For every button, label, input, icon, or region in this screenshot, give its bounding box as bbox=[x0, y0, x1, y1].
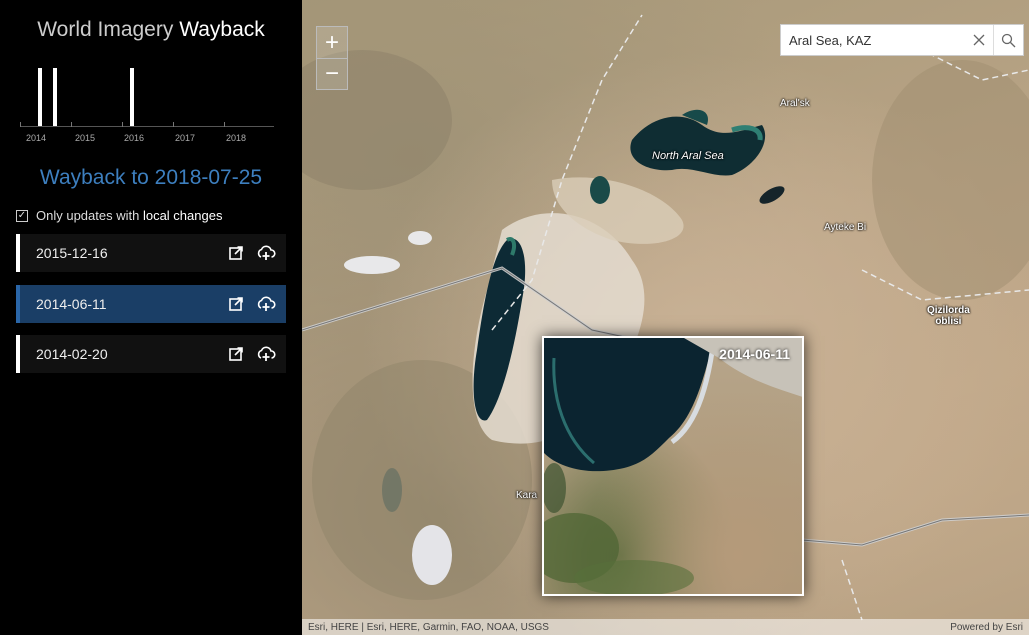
timeline-bar-2014-02-20[interactable] bbox=[38, 68, 42, 126]
map-attribution: Esri, HERE | Esri, HERE, Garmin, FAO, NO… bbox=[302, 619, 1029, 635]
timeline-tick bbox=[20, 122, 21, 127]
timeline-year-label: 2017 bbox=[174, 133, 196, 143]
map-view[interactable]: + − Aral'sk North Aral Sea Ayteke Bi Qiz… bbox=[302, 0, 1029, 635]
timeline-tick bbox=[224, 122, 225, 127]
clear-search-button[interactable] bbox=[965, 25, 995, 55]
release-timeline[interactable]: 2014 2015 2016 2017 2018 bbox=[20, 60, 278, 152]
wayback-heading: Wayback to 2018-07-25 bbox=[39, 166, 263, 189]
timeline-year-label: 2015 bbox=[74, 133, 96, 143]
place-label-aralsk: Aral'sk bbox=[780, 98, 810, 109]
cloud-add-icon[interactable] bbox=[256, 344, 276, 364]
timeline-bar-2015-12-16[interactable] bbox=[130, 68, 134, 126]
timeline-year-label: 2014 bbox=[25, 133, 47, 143]
release-item[interactable]: 2014-02-20 bbox=[16, 335, 286, 373]
filter-label: Only updates with bbox=[36, 208, 143, 223]
place-label-kara: Kara bbox=[516, 490, 538, 501]
release-date: 2014-02-20 bbox=[36, 346, 108, 362]
search-box bbox=[780, 24, 1024, 56]
imagery-swipe-preview[interactable]: 2014-06-11 bbox=[542, 336, 804, 596]
filter-label-bold: local changes bbox=[142, 208, 223, 223]
open-in-new-icon[interactable] bbox=[226, 294, 246, 314]
app-title: World Imagery Wayback bbox=[0, 18, 302, 42]
timeline-bar-2014-06-11[interactable] bbox=[53, 68, 57, 126]
release-item[interactable]: 2015-12-16 bbox=[16, 234, 286, 272]
app-title-bold: Wayback bbox=[179, 18, 265, 41]
local-changes-filter[interactable]: ✓ Only updates with local changes bbox=[16, 208, 222, 223]
search-icon bbox=[1001, 33, 1016, 47]
timeline-tick bbox=[173, 122, 174, 127]
open-in-new-icon[interactable] bbox=[226, 344, 246, 364]
close-icon bbox=[973, 34, 985, 46]
zoom-in-button[interactable]: + bbox=[317, 27, 347, 58]
release-date: 2015-12-16 bbox=[36, 245, 108, 261]
app-title-regular: World Imagery bbox=[37, 18, 180, 41]
timeline-tick bbox=[71, 122, 72, 127]
place-label-ayteke-bi: Ayteke Bi bbox=[824, 222, 867, 233]
zoom-control: + − bbox=[316, 26, 348, 90]
timeline-year-label: 2018 bbox=[225, 133, 247, 143]
place-label-north-aral-sea: North Aral Sea bbox=[652, 150, 724, 162]
release-item-active[interactable]: 2014-06-11 bbox=[16, 285, 286, 323]
place-label-qizilorda: Qizilorda oblisi bbox=[927, 305, 970, 327]
release-date: 2014-06-11 bbox=[36, 296, 107, 312]
search-input[interactable] bbox=[781, 25, 965, 55]
powered-by[interactable]: Powered by Esri bbox=[950, 622, 1023, 633]
search-button[interactable] bbox=[994, 25, 1023, 55]
checkbox-checked-icon[interactable]: ✓ bbox=[16, 209, 28, 222]
timeline-axis bbox=[20, 126, 274, 127]
zoom-out-button[interactable]: − bbox=[317, 58, 347, 89]
sidebar: World Imagery Wayback 2014 2015 2016 201… bbox=[0, 0, 302, 635]
preview-date-label: 2014-06-11 bbox=[719, 346, 790, 362]
timeline-tick bbox=[122, 122, 123, 127]
cloud-add-icon[interactable] bbox=[256, 294, 276, 314]
preview-imagery bbox=[544, 338, 802, 594]
cloud-add-icon[interactable] bbox=[256, 243, 276, 263]
timeline-year-label: 2016 bbox=[123, 133, 145, 143]
open-in-new-icon[interactable] bbox=[226, 243, 246, 263]
attribution-sources: Esri, HERE | Esri, HERE, Garmin, FAO, NO… bbox=[308, 621, 549, 633]
